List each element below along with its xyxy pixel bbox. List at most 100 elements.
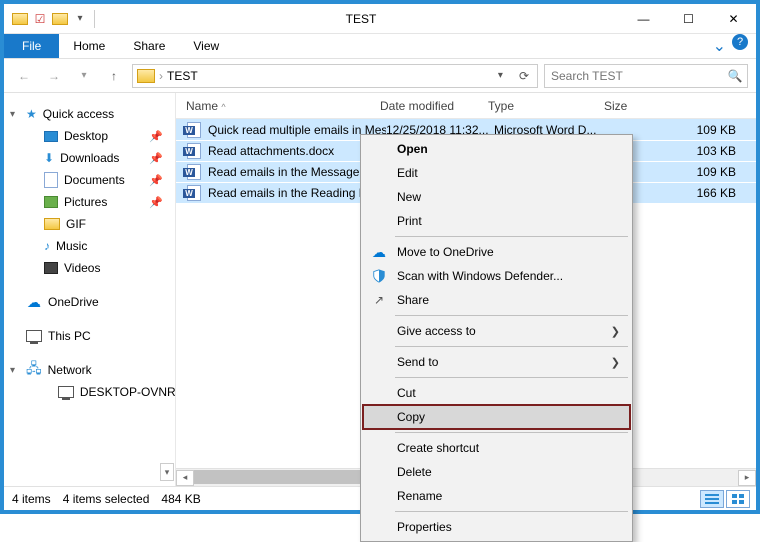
- col-name[interactable]: Name ^: [186, 99, 380, 113]
- word-doc-icon: [187, 143, 201, 159]
- scroll-right-icon[interactable]: ▸: [738, 470, 756, 486]
- nav-quick-access[interactable]: ▾ ★ Quick access: [4, 103, 175, 125]
- videos-icon: [44, 262, 58, 274]
- cloud-icon: ☁: [26, 296, 42, 308]
- ribbon-tabs: File Home Share View ⌄ ?: [4, 34, 756, 59]
- nav-gif[interactable]: GIF: [4, 213, 175, 235]
- address-folder-icon: [137, 69, 155, 83]
- sort-indicator-icon: ^: [221, 102, 225, 112]
- star-icon: ★: [26, 107, 37, 121]
- ctx-cut[interactable]: Cut: [363, 381, 630, 405]
- ctx-copy[interactable]: Copy: [363, 405, 630, 429]
- nav-network-computer[interactable]: DESKTOP-OVNR: [4, 381, 175, 403]
- nav-network[interactable]: ▾🖧Network: [4, 359, 175, 381]
- nav-scroll-down-icon[interactable]: ▾: [160, 463, 174, 481]
- submenu-arrow-icon: ❯: [611, 356, 620, 369]
- downloads-icon: ⬇: [44, 151, 54, 165]
- nav-music[interactable]: ♪Music: [4, 235, 175, 257]
- ctx-delete[interactable]: Delete: [363, 460, 630, 484]
- navigation-pane: ▾ ★ Quick access Desktop📌 ⬇Downloads📌 Do…: [4, 93, 176, 486]
- ctx-print[interactable]: Print: [363, 209, 630, 233]
- context-menu: Open Edit New Print ☁Move to OneDrive Sc…: [360, 134, 633, 542]
- nav-label: Quick access: [43, 107, 114, 121]
- share-icon: ↗: [371, 292, 387, 308]
- nav-downloads[interactable]: ⬇Downloads📌: [4, 147, 175, 169]
- nav-onedrive[interactable]: ☁OneDrive: [4, 291, 175, 313]
- ctx-edit[interactable]: Edit: [363, 161, 630, 185]
- pin-icon: 📌: [149, 152, 163, 165]
- desktop-icon: [44, 131, 58, 142]
- network-icon: 🖧: [26, 358, 42, 382]
- maximize-button[interactable]: ☐: [666, 4, 711, 34]
- breadcrumb-segment[interactable]: TEST: [167, 69, 198, 83]
- close-button[interactable]: ✕: [711, 4, 756, 34]
- pin-icon: 📌: [149, 196, 163, 209]
- address-bar[interactable]: › TEST ▾ ⟳: [132, 64, 538, 88]
- ctx-give-access[interactable]: Give access to❯: [363, 319, 630, 343]
- pin-icon: 📌: [149, 174, 163, 187]
- ctx-new[interactable]: New: [363, 185, 630, 209]
- up-button[interactable]: ↑: [102, 64, 126, 88]
- forward-button[interactable]: →: [42, 64, 66, 88]
- address-bar-row: ← → ▾ ↑ › TEST ▾ ⟳ 🔍: [4, 59, 756, 93]
- qat-folder-icon[interactable]: [12, 11, 28, 27]
- nav-documents[interactable]: Documents📌: [4, 169, 175, 191]
- search-box[interactable]: 🔍: [544, 64, 748, 88]
- documents-icon: [44, 172, 58, 188]
- ctx-rename[interactable]: Rename: [363, 484, 630, 508]
- tab-view[interactable]: View: [179, 34, 233, 58]
- ctx-send-to[interactable]: Send to❯: [363, 350, 630, 374]
- word-doc-icon: [187, 185, 201, 201]
- refresh-button[interactable]: ⟳: [513, 69, 535, 83]
- breadcrumb-sep-icon: ›: [159, 69, 163, 83]
- qat-properties-icon[interactable]: ☑: [32, 11, 48, 27]
- view-large-icons-button[interactable]: [726, 490, 750, 508]
- col-date[interactable]: Date modified: [380, 99, 488, 113]
- music-icon: ♪: [44, 239, 50, 253]
- tab-home[interactable]: Home: [59, 34, 119, 58]
- search-icon[interactable]: 🔍: [723, 69, 747, 83]
- recent-locations-icon[interactable]: ▾: [72, 64, 96, 88]
- window-title: TEST: [101, 12, 621, 26]
- status-selected-count: 4 items selected: [63, 492, 150, 506]
- shield-icon: [371, 268, 387, 284]
- address-dropdown-icon[interactable]: ▾: [492, 70, 509, 81]
- pc-icon: [26, 330, 42, 342]
- submenu-arrow-icon: ❯: [611, 325, 620, 338]
- cloud-icon: ☁: [371, 244, 387, 260]
- folder-icon: [44, 218, 60, 230]
- word-doc-icon: [187, 122, 201, 138]
- ribbon-collapse-icon[interactable]: ⌄: [707, 34, 732, 58]
- pc-icon: [58, 386, 74, 398]
- search-input[interactable]: [545, 69, 723, 83]
- col-type[interactable]: Type: [488, 99, 604, 113]
- ctx-defender-scan[interactable]: Scan with Windows Defender...: [363, 264, 630, 288]
- help-button[interactable]: ?: [732, 34, 748, 50]
- tab-file[interactable]: File: [4, 34, 59, 58]
- ctx-move-onedrive[interactable]: ☁Move to OneDrive: [363, 240, 630, 264]
- minimize-button[interactable]: —: [621, 4, 666, 34]
- nav-this-pc[interactable]: This PC: [4, 325, 175, 347]
- nav-pictures[interactable]: Pictures📌: [4, 191, 175, 213]
- status-item-count: 4 items: [12, 492, 51, 506]
- ctx-share[interactable]: ↗Share: [363, 288, 630, 312]
- nav-videos[interactable]: Videos: [4, 257, 175, 279]
- scroll-left-icon[interactable]: ◂: [176, 470, 194, 486]
- back-button[interactable]: ←: [12, 64, 36, 88]
- view-details-button[interactable]: [700, 490, 724, 508]
- ctx-open[interactable]: Open: [363, 137, 630, 161]
- col-size[interactable]: Size: [604, 99, 756, 113]
- collapse-icon[interactable]: ▾: [10, 365, 15, 376]
- status-size: 484 KB: [161, 492, 200, 506]
- title-bar: ☑ ▾ TEST — ☐ ✕: [4, 4, 756, 34]
- pictures-icon: [44, 196, 58, 208]
- tab-share[interactable]: Share: [119, 34, 179, 58]
- qat-customize-icon[interactable]: ▾: [72, 11, 88, 27]
- ctx-create-shortcut[interactable]: Create shortcut: [363, 436, 630, 460]
- column-headers: Name ^ Date modified Type Size: [176, 93, 756, 119]
- nav-desktop[interactable]: Desktop📌: [4, 125, 175, 147]
- ctx-properties[interactable]: Properties: [363, 515, 630, 539]
- qat-new-folder-icon[interactable]: [52, 11, 68, 27]
- pin-icon: 📌: [149, 130, 163, 143]
- collapse-icon[interactable]: ▾: [10, 109, 15, 120]
